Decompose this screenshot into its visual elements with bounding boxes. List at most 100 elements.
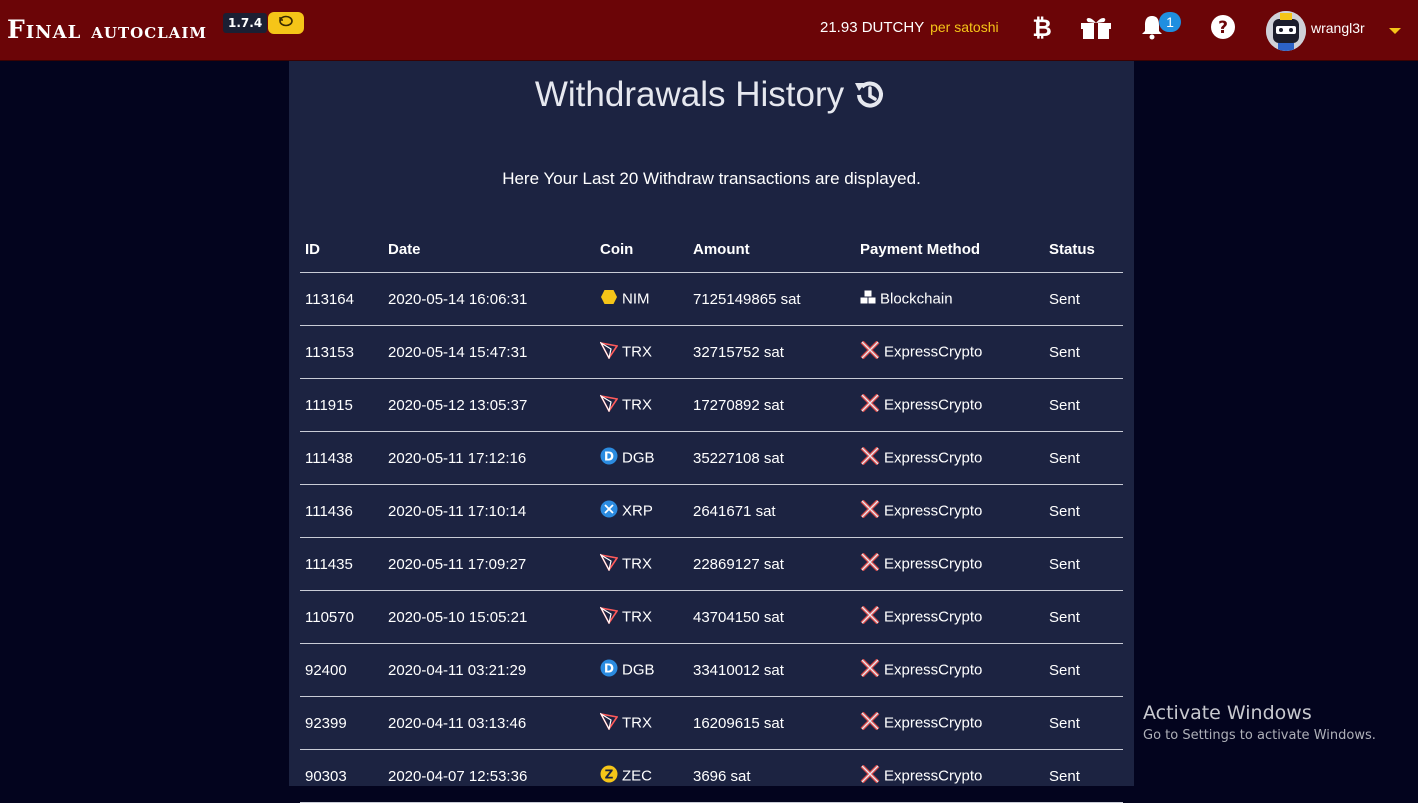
withdrawal-id: 111915 xyxy=(300,378,383,432)
withdrawal-coin: XRP xyxy=(595,484,688,538)
expresscrypto-icon xyxy=(860,552,880,575)
withdrawal-id: 92400 xyxy=(300,643,383,697)
username[interactable]: wrangl3r xyxy=(1311,20,1365,36)
bitcoin-icon[interactable]: ₿ xyxy=(1030,13,1054,41)
status-badge: Sent xyxy=(1044,749,1123,803)
help-icon[interactable]: ? xyxy=(1210,13,1236,41)
top-navbar: Final autoclaim 1.7.4 21.93 DUTCHY per sa… xyxy=(0,0,1418,61)
withdrawal-coin: D DGB xyxy=(595,431,688,485)
withdrawal-payment-method: ExpressCrypto xyxy=(855,696,1044,750)
coin-symbol: DGB xyxy=(622,449,655,467)
status-badge: Sent xyxy=(1044,484,1123,538)
expresscrypto-icon xyxy=(860,340,880,363)
expresscrypto-icon xyxy=(860,711,880,734)
brand-word-autoclaim: autoclaim xyxy=(91,18,207,43)
withdrawal-amount: 7125149865 sat xyxy=(688,272,855,326)
column-header-id: ID xyxy=(300,226,383,273)
column-header-date: Date xyxy=(383,226,595,273)
withdrawal-amount: 43704150 sat xyxy=(688,590,855,644)
gift-icon[interactable] xyxy=(1080,13,1112,41)
withdrawal-id: 113153 xyxy=(300,325,383,379)
brand-word-final: Final xyxy=(7,15,82,44)
payment-method-label: ExpressCrypto xyxy=(884,449,983,467)
table-row: 92400 2020-04-11 03:21:29 D DGB 33410012 sat… xyxy=(300,643,1123,697)
avatar[interactable] xyxy=(1266,11,1306,51)
withdrawal-date: 2020-04-07 12:53:36 xyxy=(383,749,595,803)
coin-symbol: XRP xyxy=(622,502,653,520)
withdrawal-payment-method: ExpressCrypto xyxy=(855,537,1044,591)
withdrawal-id: 111438 xyxy=(300,431,383,485)
coin-symbol: TRX xyxy=(622,608,652,626)
rate-value: 21.93 DUTCHY xyxy=(820,19,924,36)
withdrawal-date: 2020-05-12 13:05:37 xyxy=(383,378,595,432)
status-badge: Sent xyxy=(1044,537,1123,591)
status-badge: Sent xyxy=(1044,272,1123,326)
table-row: 111435 2020-05-11 17:09:27 TRX 22869127 sat… xyxy=(300,537,1123,591)
payment-method-label: ExpressCrypto xyxy=(884,555,983,573)
withdrawal-coin: Z ZEC xyxy=(595,749,688,803)
withdrawals-table: ID Date Coin Amount Payment Method Statu… xyxy=(300,226,1123,803)
expresscrypto-icon xyxy=(860,605,880,628)
withdrawal-coin: NIM xyxy=(595,272,688,326)
trx-icon xyxy=(599,606,619,628)
table-row: 90303 2020-04-07 12:53:36 Z ZEC 3696 sat Expr… xyxy=(300,749,1123,803)
svg-text:Z: Z xyxy=(605,768,614,782)
withdrawal-payment-method: ExpressCrypto xyxy=(855,378,1044,432)
column-header-coin: Coin xyxy=(595,226,688,273)
withdrawal-id: 110570 xyxy=(300,590,383,644)
withdrawal-date: 2020-05-10 15:05:21 xyxy=(383,590,595,644)
payment-method-label: ExpressCrypto xyxy=(884,767,983,785)
page-title: Withdrawals History xyxy=(289,73,1134,115)
coin-symbol: TRX xyxy=(622,396,652,414)
coin-symbol: DGB xyxy=(622,661,655,679)
withdrawal-payment-method: ExpressCrypto xyxy=(855,484,1044,538)
coin-symbol: TRX xyxy=(622,343,652,361)
table-row: 113164 2020-05-14 16:06:31 NIM 7125149865 s… xyxy=(300,272,1123,326)
withdrawal-coin: TRX xyxy=(595,325,688,379)
brand-logo[interactable]: Final autoclaim xyxy=(7,16,207,45)
history-icon xyxy=(855,81,884,108)
withdrawal-coin: D DGB xyxy=(595,643,688,697)
withdrawal-date: 2020-05-11 17:09:27 xyxy=(383,537,595,591)
payment-method-label: Blockchain xyxy=(880,290,953,308)
withdrawal-payment-method: ExpressCrypto xyxy=(855,590,1044,644)
svg-text:?: ? xyxy=(1218,18,1228,38)
xrp-icon xyxy=(600,500,618,522)
cubes-icon xyxy=(860,290,876,308)
withdrawal-coin: TRX xyxy=(595,696,688,750)
table-header-row: ID Date Coin Amount Payment Method Statu… xyxy=(300,226,1123,273)
withdrawal-amount: 32715752 sat xyxy=(688,325,855,379)
expresscrypto-icon xyxy=(860,764,880,787)
expresscrypto-icon xyxy=(860,658,880,681)
status-badge: Sent xyxy=(1044,590,1123,644)
refresh-button[interactable] xyxy=(268,12,304,34)
table-row: 111438 2020-05-11 17:12:16 D DGB 35227108 sa… xyxy=(300,431,1123,485)
dgb-icon: D xyxy=(600,659,618,681)
trx-icon xyxy=(599,341,619,363)
svg-text:D: D xyxy=(604,450,614,464)
coin-symbol: TRX xyxy=(622,555,652,573)
table-row: 111436 2020-05-11 17:10:14 XRP 2641671 sat E… xyxy=(300,484,1123,538)
trx-icon xyxy=(599,712,619,734)
zec-icon: Z xyxy=(600,765,618,787)
table-row: 92399 2020-04-11 03:13:46 TRX 16209615 sat E… xyxy=(300,696,1123,750)
withdrawal-coin: TRX xyxy=(595,537,688,591)
withdrawal-date: 2020-04-11 03:13:46 xyxy=(383,696,595,750)
activate-windows-hint: Go to Settings to activate Windows. xyxy=(1143,728,1376,743)
svg-text:D: D xyxy=(604,662,614,676)
chevron-down-icon[interactable] xyxy=(1389,28,1401,34)
trx-icon xyxy=(599,394,619,416)
payment-method-label: ExpressCrypto xyxy=(884,343,983,361)
withdrawal-id: 111436 xyxy=(300,484,383,538)
withdrawal-date: 2020-04-11 03:21:29 xyxy=(383,643,595,697)
svg-text:₿: ₿ xyxy=(1032,14,1052,41)
coin-symbol: ZEC xyxy=(622,767,652,785)
version-badge: 1.7.4 xyxy=(223,13,268,33)
withdrawal-amount: 3696 sat xyxy=(688,749,855,803)
notification-count-badge: 1 xyxy=(1159,12,1181,32)
withdrawal-id: 111435 xyxy=(300,537,383,591)
payment-method-label: ExpressCrypto xyxy=(884,396,983,414)
column-header-amount: Amount xyxy=(688,226,855,273)
table-row: 113153 2020-05-14 15:47:31 TRX 32715752 sat… xyxy=(300,325,1123,379)
column-header-payment-method: Payment Method xyxy=(855,226,1044,273)
